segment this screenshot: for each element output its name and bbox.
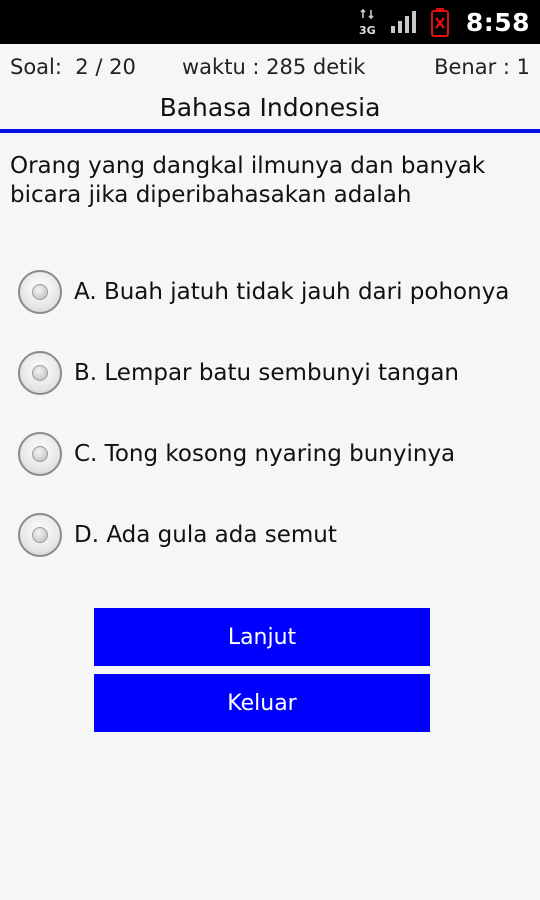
- option-b[interactable]: B. Lempar batu sembunyi tangan: [18, 347, 538, 399]
- clock: 8:58: [465, 7, 530, 37]
- radio-dot: [32, 365, 48, 381]
- option-c[interactable]: C. Tong kosong nyaring bunyinya: [18, 428, 538, 480]
- radio-button[interactable]: [18, 513, 62, 557]
- question-text: Orang yang dangkal ilmunya dan banyak bi…: [10, 153, 486, 208]
- network-label: 3G: [359, 24, 376, 36]
- radio-dot: [32, 527, 48, 543]
- option-d[interactable]: D. Ada gula ada semut: [18, 509, 538, 561]
- radio-button[interactable]: [18, 432, 62, 476]
- radio-dot: [32, 284, 48, 300]
- status-bar: 3G 8:58: [0, 0, 540, 44]
- option-label: D. Ada gula ada semut: [74, 522, 337, 548]
- next-button[interactable]: Lanjut: [94, 608, 430, 666]
- correct-count: Benar : 1: [434, 55, 530, 79]
- radio-dot: [32, 446, 48, 462]
- battery-alert-icon: [430, 7, 450, 37]
- radio-button[interactable]: [18, 270, 62, 314]
- radio-button[interactable]: [18, 351, 62, 395]
- quiz-info-row: Soal: 2 / 20 waktu : 285 detik Benar : 1: [0, 44, 540, 88]
- status-icons: 3G 8:58: [358, 0, 530, 44]
- timer: waktu : 285 detik: [182, 55, 366, 79]
- answer-options: A. Buah jatuh tidak jauh dari pohonya B.…: [18, 266, 538, 590]
- option-label: A. Buah jatuh tidak jauh dari pohonya: [74, 279, 510, 305]
- question-counter: Soal: 2 / 20: [10, 55, 136, 79]
- exit-button[interactable]: Keluar: [94, 674, 430, 732]
- option-a[interactable]: A. Buah jatuh tidak jauh dari pohonya: [18, 266, 538, 318]
- data-3g-icon: 3G: [358, 8, 378, 36]
- title-divider: [0, 129, 540, 133]
- page-title: Bahasa Indonesia: [159, 93, 381, 122]
- option-label: B. Lempar batu sembunyi tangan: [74, 360, 459, 386]
- option-label: C. Tong kosong nyaring bunyinya: [74, 441, 456, 467]
- signal-bars-icon: [390, 10, 418, 34]
